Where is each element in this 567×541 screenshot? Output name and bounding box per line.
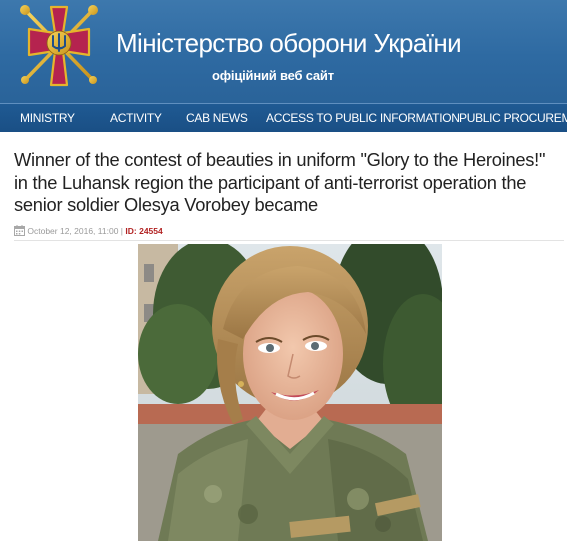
nav-item-activity[interactable]: ACTIVITY: [110, 111, 162, 125]
nav-item-access-to-public-information[interactable]: ACCESS TO PUBLIC INFORMATION: [266, 111, 460, 125]
ministry-cross-emblem-icon[interactable]: [13, 3, 105, 89]
nav-item-cab-news[interactable]: CAB NEWS: [186, 111, 248, 125]
site-subtitle: офіційний веб сайт: [212, 68, 334, 83]
divider: [14, 240, 564, 241]
article-title: Winner of the contest of beauties in uni…: [14, 149, 546, 215]
portrait-photo[interactable]: [138, 244, 442, 541]
site-header: Міністерство оборони України офіційний в…: [0, 0, 567, 103]
article-id-label: ID:: [125, 226, 137, 236]
nav-item-ministry[interactable]: MINISTRY: [20, 111, 75, 125]
main-nav: MINISTRY ACTIVITY CAB NEWS ACCESS TO PUB…: [0, 103, 567, 132]
site-title[interactable]: Міністерство оборони України: [116, 28, 462, 59]
calendar-icon: [14, 225, 25, 236]
article-date: October 12, 2016, 11:00 |: [27, 226, 123, 236]
article-id-value: 24554: [139, 226, 163, 236]
nav-item-public-procurement[interactable]: PUBLIC PROCUREMENT: [459, 111, 567, 125]
article-meta: October 12, 2016, 11:00 | ID: 24554: [14, 225, 163, 237]
portrait-photo-illustration: [138, 244, 442, 541]
